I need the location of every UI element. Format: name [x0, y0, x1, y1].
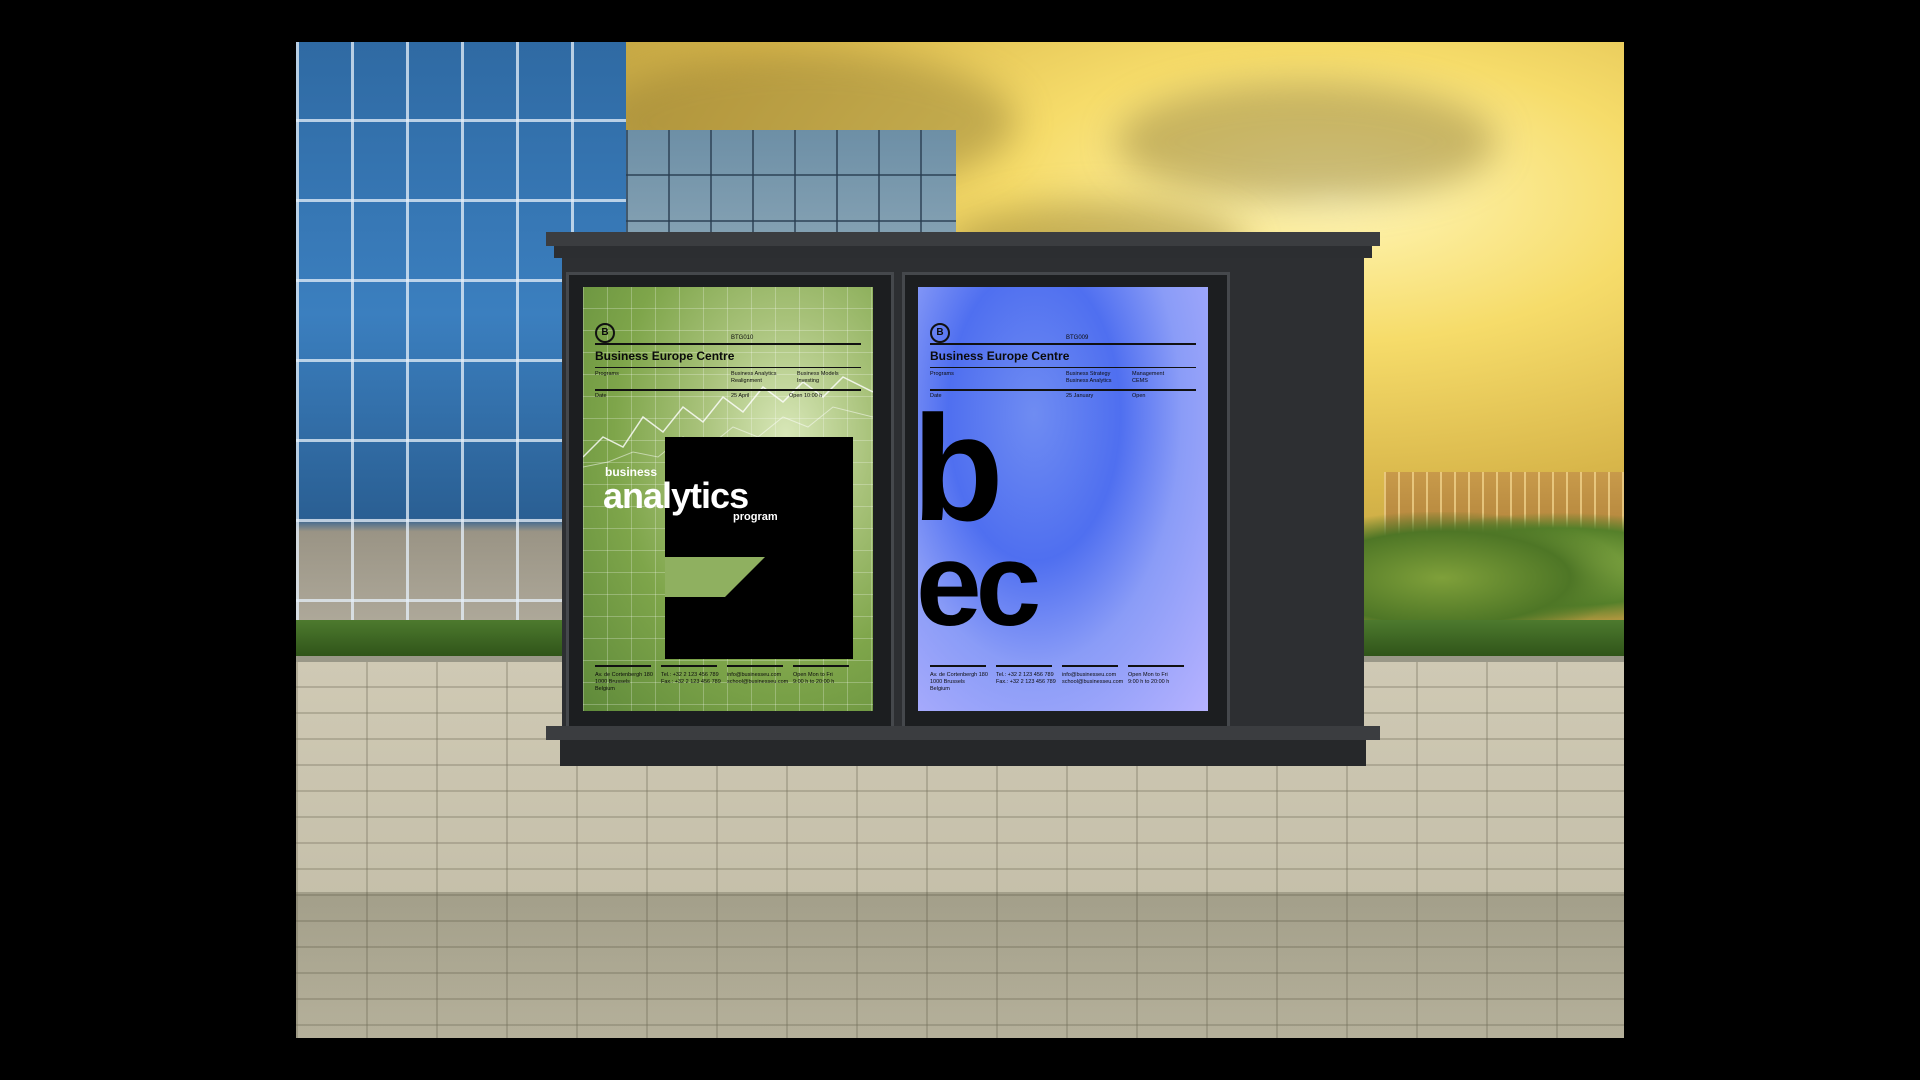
kiosk-shadow — [296, 892, 1624, 1038]
logo-icon: B — [930, 323, 950, 343]
footer-address: Belgium — [595, 686, 615, 692]
rule — [595, 367, 861, 368]
footer-email: info@businesseu.com — [1062, 672, 1117, 678]
rule — [727, 665, 783, 667]
footer-hours: 9:00 h to 20:00 h — [1128, 679, 1170, 685]
poster-title: Business Europe Centre — [595, 349, 735, 363]
billboard-kiosk: B BTG010 Business Europe Centre Programs… — [546, 232, 1380, 770]
footer-address: 1000 Brussels — [930, 679, 965, 685]
footer-phone: Tel.: +32 2 123 456 789 — [996, 672, 1054, 678]
footer-email: school@businesseu.com — [1062, 679, 1124, 685]
open-value: Open — [1132, 393, 1146, 399]
program-item: Management — [1132, 371, 1165, 377]
headline-sub: program — [733, 511, 778, 523]
poster-bec: B BTG009 Business Europe Centre Programs… — [918, 287, 1208, 711]
programs-label: Programs — [595, 371, 619, 377]
rule — [595, 389, 861, 391]
trees — [1364, 512, 1624, 622]
rule — [996, 665, 1052, 667]
footer-phone: Fax.: +32 2 123 456 789 — [661, 679, 721, 685]
programs-label: Programs — [930, 371, 954, 377]
big-letter-b: b — [918, 384, 1004, 552]
rule — [793, 665, 849, 667]
poster-code: BTG010 — [731, 335, 754, 341]
kiosk-roof — [546, 232, 1380, 246]
rule — [595, 343, 861, 345]
rule — [930, 343, 1196, 345]
rule — [661, 665, 717, 667]
footer-hours: Open Mon to Fri — [793, 672, 833, 678]
date-label: Date — [595, 393, 607, 399]
footer-phone: Tel.: +32 2 123 456 789 — [661, 672, 719, 678]
big-letters-ec: ec — [918, 519, 1041, 651]
program-item: Realignment — [731, 378, 762, 384]
program-item: Business Analytics — [1066, 378, 1112, 384]
open-value: Open 10:00 h — [789, 393, 823, 399]
program-item: Business Models — [797, 371, 839, 377]
poster-code: BTG009 — [1066, 335, 1089, 341]
kiosk-base — [546, 726, 1380, 740]
footer-address: Av. de Cortenbergh 180 — [595, 672, 653, 678]
footer-phone: Fax.: +32 2 123 456 789 — [996, 679, 1056, 685]
footer-address: 1000 Brussels — [595, 679, 630, 685]
rule — [930, 665, 986, 667]
rule — [595, 665, 651, 667]
footer-address: Av. de Cortenbergh 180 — [930, 672, 988, 678]
date-value: 25 April — [731, 393, 750, 399]
poster-business-analytics: B BTG010 Business Europe Centre Programs… — [583, 287, 873, 711]
rule — [930, 367, 1196, 368]
program-item: CEMS — [1132, 378, 1148, 384]
footer-hours: Open Mon to Fri — [1128, 672, 1168, 678]
block-notch — [665, 557, 765, 597]
kiosk-roof-lower — [554, 246, 1372, 258]
program-item: Business Analytics — [731, 371, 777, 377]
footer-email: school@businesseu.com — [727, 679, 789, 685]
footer-address: Belgium — [930, 686, 950, 692]
outdoor-scene: B BTG010 Business Europe Centre Programs… — [296, 42, 1624, 1038]
program-item: Business Strategy — [1066, 371, 1111, 377]
headline-big: analytics — [603, 475, 749, 516]
footer-hours: 9:00 h to 20:00 h — [793, 679, 835, 685]
poster-title: Business Europe Centre — [930, 349, 1070, 363]
footer-email: info@businesseu.com — [727, 672, 782, 678]
program-item: Investing — [797, 378, 820, 384]
rule — [1062, 665, 1118, 667]
logo-icon: B — [595, 323, 615, 343]
kiosk-plinth — [560, 740, 1366, 766]
date-value: 25 January — [1066, 393, 1094, 399]
rule — [1128, 665, 1184, 667]
